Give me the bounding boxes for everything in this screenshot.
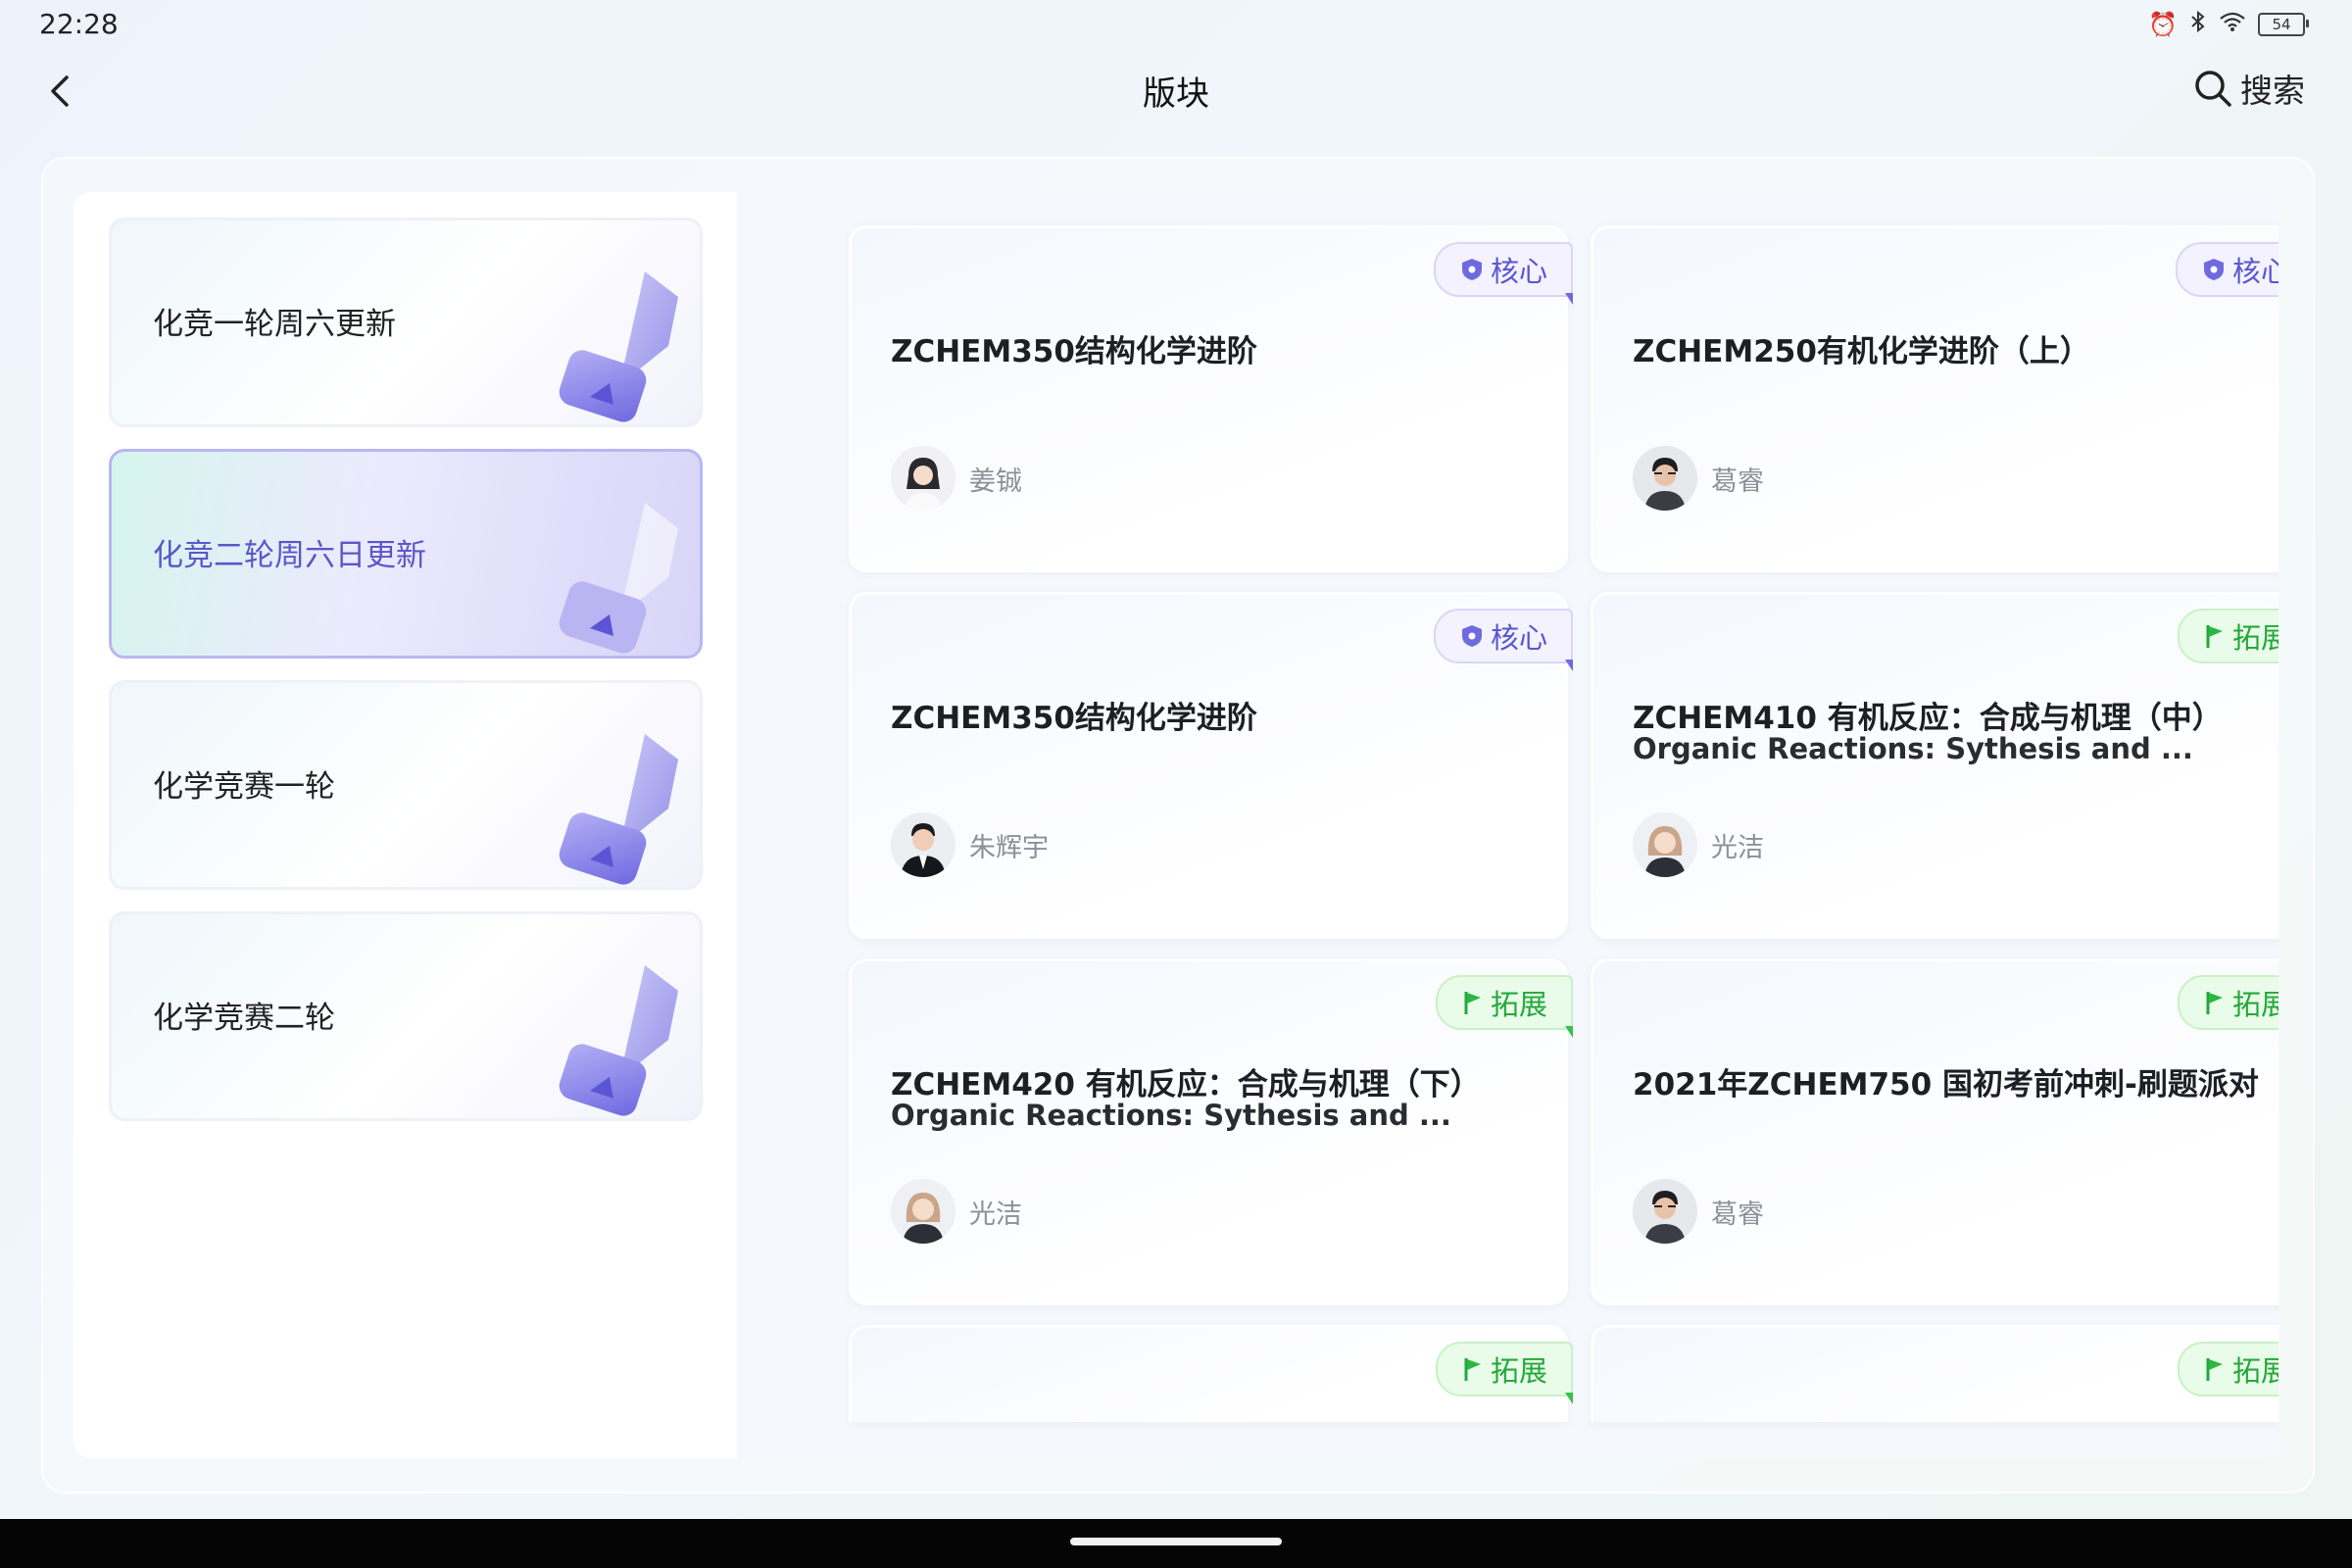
- course-title: 2021年ZCHEM750 国初考前冲刺-刷题派对: [1633, 1067, 2259, 1102]
- play-decoration-icon: [559, 271, 678, 422]
- wifi-icon: [2219, 11, 2246, 38]
- author-name: 姜铖: [969, 466, 1022, 497]
- avatar: [1633, 812, 1697, 877]
- course-title: ZCHEM420 有机反应：合成与机理（下）: [891, 1067, 1481, 1102]
- author-name: 葛睿: [1711, 466, 1764, 497]
- course-tag: 核心: [1433, 242, 1573, 297]
- author-name: 光洁: [1711, 832, 1764, 863]
- tag-fold: [1565, 1026, 1573, 1038]
- flag-icon: [2206, 992, 2223, 1014]
- course-tag-label: 拓展: [1490, 1354, 1547, 1388]
- bluetooth-icon: [2189, 10, 2207, 39]
- course-card[interactable]: 核心 ZCHEM250有机化学进阶（上） 葛睿: [1591, 225, 2278, 572]
- author-name: 葛睿: [1711, 1199, 1764, 1230]
- course-grid: 核心 ZCHEM350结构化学进阶 姜铖 核心 ZCHEM250有机化学进阶（上…: [737, 192, 2278, 1458]
- tag-fold: [1565, 293, 1573, 305]
- shield-icon: [2203, 259, 2224, 280]
- course-tag: 拓展: [2177, 609, 2278, 663]
- sidebar-item-chem-contest-round1[interactable]: 化学竞赛一轮: [109, 680, 703, 890]
- status-time: 22:28: [39, 8, 119, 40]
- course-tag: 拓展: [2177, 1342, 2278, 1396]
- home-indicator[interactable]: [1070, 1538, 1282, 1545]
- course-card[interactable]: 拓展: [1591, 1325, 2278, 1422]
- course-author: 姜铖: [891, 446, 1022, 511]
- main-panel: 化竞一轮周六更新 化竞二轮周六日更新 化学竞赛一轮 化学竞赛二轮 核心 ZCHE…: [74, 192, 2278, 1458]
- course-card[interactable]: 拓展 ZCHEM420 有机反应：合成与机理（下） Organic Reacti…: [849, 958, 1573, 1305]
- course-author: 葛睿: [1633, 446, 1764, 511]
- tag-fold: [1565, 660, 1573, 671]
- course-card[interactable]: 拓展 ZCHEM410 有机反应：合成与机理（中） Organic Reacti…: [1591, 592, 2278, 939]
- avatar: [891, 1179, 956, 1244]
- author-name: 光洁: [969, 1199, 1022, 1230]
- course-tag-label: 核心: [1490, 621, 1547, 655]
- sidebar-item-label: 化学竞赛一轮: [153, 769, 335, 805]
- status-bar: 22:28 ⏰ 54: [0, 0, 2352, 49]
- battery-icon: 54: [2258, 13, 2309, 36]
- course-title: ZCHEM350结构化学进阶: [891, 334, 1257, 369]
- avatar: [1633, 1179, 1697, 1244]
- avatar: [1633, 446, 1697, 511]
- flag-icon: [1464, 992, 1481, 1014]
- sidebar-item-label: 化竞一轮周六更新: [153, 307, 396, 342]
- course-author: 葛睿: [1633, 1179, 1764, 1244]
- top-nav: 版块 搜索: [0, 49, 2352, 137]
- flag-icon: [2206, 1358, 2223, 1381]
- course-tag: 核心: [1433, 609, 1573, 663]
- tag-fold: [1565, 1393, 1573, 1404]
- play-decoration-icon: [559, 734, 678, 885]
- avatar: [891, 446, 956, 511]
- category-sidebar: 化竞一轮周六更新 化竞二轮周六日更新 化学竞赛一轮 化学竞赛二轮: [74, 192, 737, 1458]
- shield-icon: [1461, 259, 1482, 280]
- shield-icon: [1461, 625, 1482, 647]
- avatar: [891, 812, 956, 877]
- sidebar-item-chem-round2-weekend[interactable]: 化竞二轮周六日更新: [109, 449, 703, 659]
- sidebar-item-label: 化竞二轮周六日更新: [153, 538, 426, 573]
- course-tag: 拓展: [2177, 975, 2278, 1030]
- course-card[interactable]: 拓展 2021年ZCHEM750 国初考前冲刺-刷题派对 葛睿: [1591, 958, 2278, 1305]
- course-tag-label: 拓展: [1490, 988, 1547, 1021]
- course-subtitle: Organic Reactions: Sythesis and ...: [891, 1099, 1451, 1132]
- course-tag: 拓展: [1435, 1342, 1573, 1396]
- course-tag-label: 拓展: [2231, 1354, 2278, 1388]
- course-author: 朱辉宇: [891, 812, 1049, 877]
- course-title: ZCHEM250有机化学进阶（上）: [1633, 334, 2090, 369]
- course-title: ZCHEM410 有机反应：合成与机理（中）: [1633, 701, 2223, 736]
- course-author: 光洁: [891, 1179, 1022, 1244]
- play-decoration-icon: [559, 503, 678, 654]
- author-name: 朱辉宇: [969, 832, 1049, 863]
- search-label: 搜索: [2240, 72, 2305, 110]
- page-title: 版块: [1143, 74, 1209, 114]
- sidebar-item-chem-round1-sat[interactable]: 化竞一轮周六更新: [109, 218, 703, 427]
- flag-icon: [2206, 625, 2223, 648]
- course-card[interactable]: 核心 ZCHEM350结构化学进阶 朱辉宇: [849, 592, 1573, 939]
- flag-icon: [1464, 1358, 1481, 1381]
- play-decoration-icon: [559, 965, 678, 1116]
- sidebar-item-chem-contest-round2[interactable]: 化学竞赛二轮: [109, 911, 703, 1121]
- sidebar-item-label: 化学竞赛二轮: [153, 1001, 335, 1036]
- course-tag-label: 拓展: [2231, 621, 2278, 655]
- course-tag: 核心: [2175, 242, 2278, 297]
- status-icons: ⏰ 54: [2148, 10, 2309, 39]
- course-tag-label: 核心: [1490, 255, 1547, 288]
- course-author: 光洁: [1633, 812, 1764, 877]
- course-tag-label: 拓展: [2231, 988, 2278, 1021]
- course-subtitle: Organic Reactions: Sythesis and ...: [1633, 732, 2193, 765]
- course-title: ZCHEM350结构化学进阶: [891, 701, 1257, 736]
- course-tag: 拓展: [1435, 975, 1573, 1030]
- search-icon: [2195, 71, 2231, 107]
- search-button[interactable]: 搜索: [2193, 65, 2305, 112]
- alarm-icon: ⏰: [2148, 11, 2178, 38]
- course-card[interactable]: 拓展: [849, 1325, 1573, 1422]
- course-tag-label: 核心: [2231, 255, 2278, 288]
- course-card[interactable]: 核心 ZCHEM350结构化学进阶 姜铖: [849, 225, 1573, 572]
